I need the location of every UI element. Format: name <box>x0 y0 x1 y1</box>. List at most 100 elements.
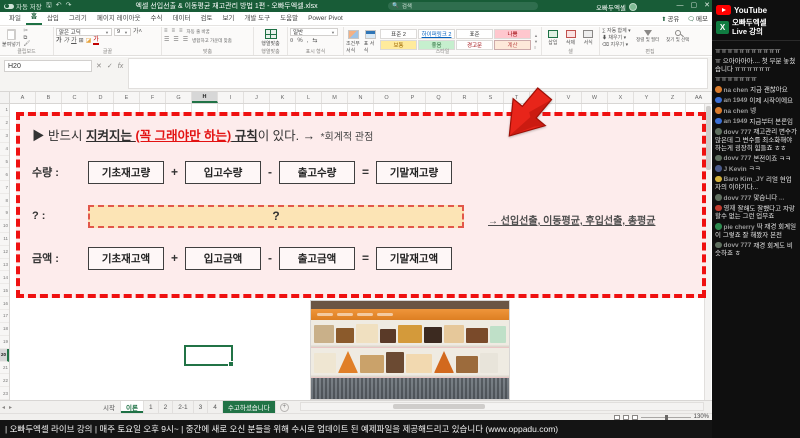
chat-messages[interactable]: ㅠㅠㅠㅠㅠㅠㅠㅠㅠㅠㅠ ㅠ 으아아아아.... 첫 부분 놓쳤습니다 ㅠㅠㅠㅠㅠ… <box>712 46 800 348</box>
normal-view-icon[interactable] <box>613 414 620 420</box>
add-sheet-icon[interactable]: + <box>279 402 289 412</box>
align-left-icon[interactable]: ☰ <box>164 37 170 44</box>
column-header[interactable]: J <box>244 92 270 103</box>
row-header[interactable]: 21 <box>0 362 9 375</box>
format-cells-button[interactable]: 서식 <box>579 28 597 46</box>
page-break-icon[interactable] <box>631 414 638 420</box>
align-bottom-icon[interactable]: ≡ <box>179 28 184 35</box>
delete-cells-button[interactable]: 삭제 <box>562 28 580 46</box>
cell-style[interactable]: 나쁨 <box>494 29 532 39</box>
merge-center-button[interactable]: 병합하고 가운데 맞춤 <box>192 38 232 44</box>
font-size-select[interactable]: 9 ▼ <box>114 28 131 36</box>
wrap-text-button[interactable]: 자동 줄 바꿈 <box>187 29 210 35</box>
align-right-icon[interactable]: ☰ <box>183 37 189 44</box>
column-header[interactable]: R <box>452 92 478 103</box>
row-header[interactable]: 2 <box>0 117 9 130</box>
column-header[interactable]: C <box>62 92 88 103</box>
cell-style[interactable]: 하이퍼링크 2 <box>418 29 456 39</box>
account-area[interactable]: 오빠두엑셀 <box>596 2 637 12</box>
row-header[interactable]: 23 <box>0 387 9 401</box>
align-top-icon[interactable]: ≡ <box>164 28 169 35</box>
find-select-button[interactable]: 찾기 및 선택 <box>665 28 691 49</box>
column-header[interactable]: G <box>166 92 192 103</box>
paste-button[interactable]: 붙여넣기 <box>2 28 20 48</box>
number-format-select[interactable]: 일반 ▼ <box>290 28 338 36</box>
tab-next-icon[interactable]: ▸ <box>9 404 12 411</box>
row-header[interactable]: 5 <box>0 156 9 169</box>
sheet-tab[interactable]: 수고하셨습니다 <box>222 401 276 413</box>
column-header[interactable]: K <box>270 92 296 103</box>
row-header[interactable]: 19 <box>0 336 9 349</box>
fill-color-icon[interactable]: ◪ <box>86 37 92 45</box>
column-header[interactable]: L <box>296 92 322 103</box>
row-header[interactable]: 7 <box>0 181 9 195</box>
currency-icon[interactable]: ¤ <box>290 37 293 45</box>
row-header[interactable]: 11 <box>0 233 9 246</box>
page-layout-icon[interactable] <box>622 414 629 420</box>
row-header[interactable]: 13 <box>0 259 9 272</box>
column-header[interactable]: Z <box>660 92 686 103</box>
sort-filter-button[interactable]: 정렬 및 필터 <box>635 28 661 49</box>
row-header[interactable]: 14 <box>0 271 9 285</box>
column-header[interactable]: H <box>192 92 218 103</box>
align-middle-icon[interactable]: ≡ <box>172 28 177 35</box>
grow-font-icon[interactable]: 가˄ <box>133 28 142 36</box>
fx-icon[interactable]: fx <box>118 63 123 70</box>
enter-icon[interactable]: ✓ <box>107 62 113 70</box>
column-header[interactable]: N <box>348 92 374 103</box>
column-header[interactable]: P <box>400 92 426 103</box>
sheet-tab[interactable]: 2 <box>159 401 174 413</box>
column-header[interactable]: Y <box>634 92 660 103</box>
active-cell-selection[interactable] <box>184 345 234 367</box>
column-header[interactable]: Q <box>426 92 452 103</box>
row-header[interactable]: 15 <box>0 284 9 298</box>
column-header[interactable]: B <box>36 92 62 103</box>
row-header[interactable]: 16 <box>0 297 9 310</box>
format-painter-icon[interactable]: 🖌 <box>23 41 30 48</box>
column-header[interactable]: A <box>10 92 36 103</box>
bold-icon[interactable]: 가 <box>56 37 62 45</box>
column-header[interactable]: W <box>582 92 608 103</box>
percent-icon[interactable]: % <box>297 37 302 45</box>
row-header[interactable]: 8 <box>0 194 9 207</box>
search-box[interactable]: 🔍 검색 <box>388 2 538 10</box>
column-header[interactable]: I <box>218 92 244 103</box>
comments-button[interactable]: 🗨메모 <box>687 13 708 23</box>
align-center-icon[interactable]: ☰ <box>173 37 179 44</box>
formula-input[interactable] <box>128 58 708 89</box>
column-header[interactable]: D <box>88 92 114 103</box>
sheet-tab[interactable]: 4 <box>208 401 223 413</box>
row-header[interactable]: 6 <box>0 168 9 182</box>
sheet-tab[interactable]: 시작 <box>98 401 121 413</box>
row-header[interactable]: 18 <box>0 323 9 336</box>
share-button[interactable]: ⬆공유 <box>661 13 679 23</box>
font-name-select[interactable]: 맑은 고딕 ▼ <box>56 28 112 36</box>
sheet-tab[interactable]: 이론 <box>121 401 144 413</box>
row-header[interactable]: 9 <box>0 207 9 220</box>
row-header[interactable]: 22 <box>0 374 9 388</box>
decimal-icons[interactable]: ⇆ <box>312 37 317 45</box>
row-header[interactable]: 20 <box>0 348 9 362</box>
row-header[interactable]: 3 <box>0 130 9 143</box>
ribbon-tab[interactable]: 파일 <box>4 10 26 25</box>
insert-cells-button[interactable]: 삽입 <box>544 28 562 46</box>
name-box[interactable] <box>4 60 92 72</box>
tab-prev-icon[interactable]: ◂ <box>2 404 5 411</box>
underline-icon[interactable]: 가 <box>71 37 77 45</box>
ribbon-tab[interactable]: 검토 <box>195 10 217 25</box>
row-header[interactable]: 4 <box>0 143 9 156</box>
ribbon-tab[interactable]: 개발 도구 <box>239 10 275 25</box>
ribbon-tab[interactable]: 도움말 <box>275 10 303 25</box>
ribbon-tab[interactable]: 데이터 <box>168 10 196 25</box>
fill-button[interactable]: ⬇ 채우기 ▾ <box>602 35 631 42</box>
column-header[interactable]: V <box>556 92 582 103</box>
autosum-button[interactable]: ∑ 자동 합계 ▾ <box>602 28 631 35</box>
sheet-tab[interactable]: 1 <box>144 401 159 413</box>
font-color-icon[interactable]: 가 <box>93 37 99 45</box>
sheet-tab[interactable]: 2-1 <box>173 401 194 413</box>
row-header[interactable]: 17 <box>0 310 9 323</box>
row-header[interactable]: 12 <box>0 246 9 259</box>
zoom-slider[interactable] <box>640 414 691 420</box>
column-header[interactable]: M <box>322 92 348 103</box>
row-header[interactable]: 10 <box>0 220 9 233</box>
